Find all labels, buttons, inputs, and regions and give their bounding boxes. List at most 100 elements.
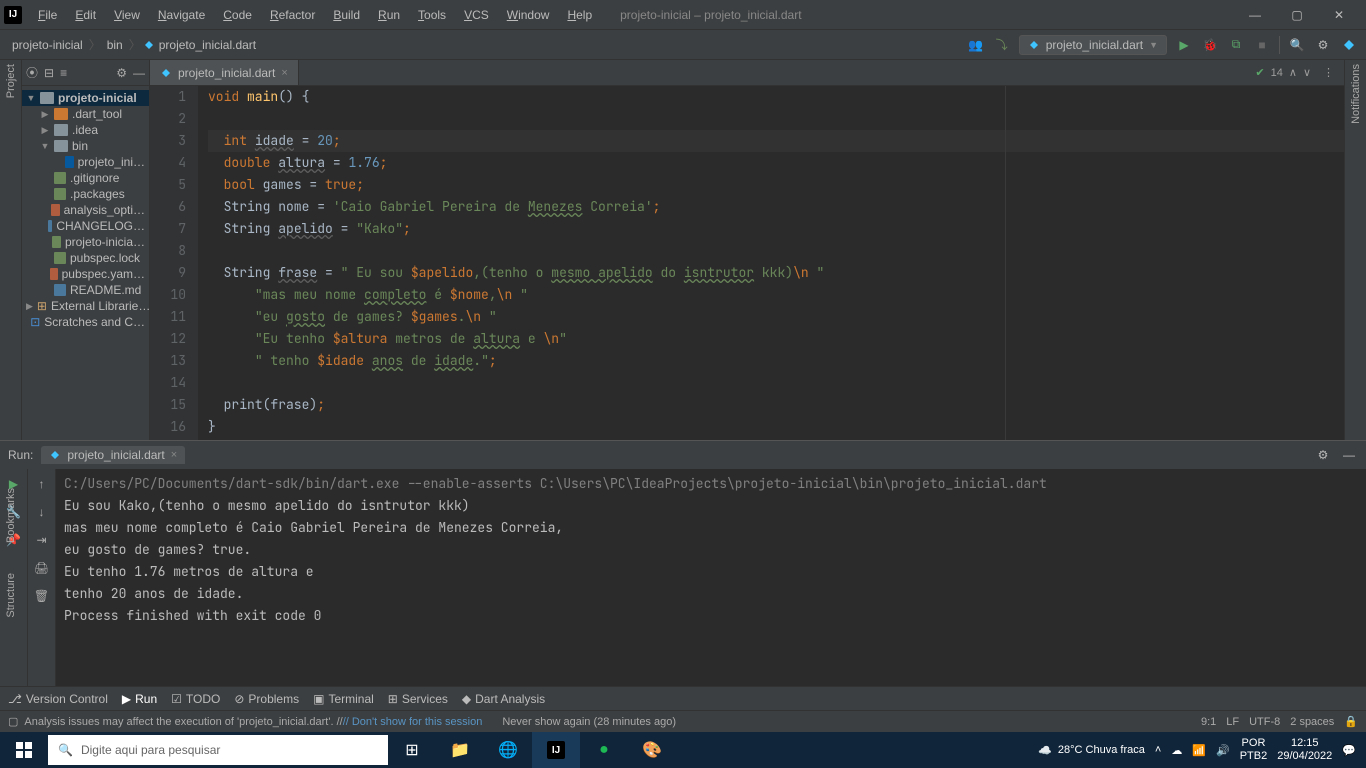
search-icon[interactable]: 🔍: [1288, 36, 1306, 54]
hide-icon[interactable]: —: [1340, 446, 1358, 464]
start-button[interactable]: [0, 732, 48, 768]
tool-services[interactable]: ⊞Services: [388, 692, 448, 706]
menu-build[interactable]: Build: [325, 4, 368, 26]
status-link[interactable]: Never show again (28 minutes ago): [502, 716, 676, 728]
status-link[interactable]: // Don't show for this session: [343, 716, 483, 728]
line-ending[interactable]: LF: [1226, 716, 1239, 728]
tree-item[interactable]: projeto_ini…: [22, 154, 149, 170]
tree-root[interactable]: ▼ projeto-inicial: [22, 90, 149, 106]
editor-tab[interactable]: projeto_inicial.dart ×: [150, 60, 299, 85]
wifi-icon[interactable]: 📶: [1192, 744, 1206, 757]
project-tool-button[interactable]: Project: [5, 64, 17, 98]
tool-dart-analysis[interactable]: ◆Dart Analysis: [462, 692, 545, 706]
lock-icon[interactable]: 🔒: [1344, 715, 1358, 728]
run-tab[interactable]: projeto_inicial.dart ×: [41, 446, 185, 464]
menu-navigate[interactable]: Navigate: [150, 4, 213, 26]
code-area[interactable]: 12345678910111213141516 void main() { in…: [150, 86, 1344, 440]
intellij-icon[interactable]: IJ: [532, 732, 580, 768]
add-user-icon[interactable]: 👥: [967, 36, 985, 54]
file-encoding[interactable]: UTF-8: [1249, 716, 1280, 728]
menu-view[interactable]: View: [106, 4, 148, 26]
hide-icon[interactable]: —: [133, 66, 145, 80]
tool-problems[interactable]: ⊘Problems: [234, 692, 299, 706]
expand-all-icon[interactable]: ≡: [60, 66, 67, 80]
gear-icon[interactable]: ⚙: [116, 66, 127, 80]
notifications-tool-button[interactable]: Notifications: [1350, 64, 1362, 124]
menu-code[interactable]: Code: [215, 4, 260, 26]
tool-run[interactable]: ▶Run: [122, 692, 157, 706]
debug-button[interactable]: 🐞: [1201, 36, 1219, 54]
breadcrumb[interactable]: projeto_inicial.dart: [155, 36, 260, 54]
language-indicator[interactable]: PORPTB2: [1240, 737, 1268, 763]
tree-item[interactable]: ▶.dart_tool: [22, 106, 149, 122]
weather-widget[interactable]: ☁️ 28°C Chuva fraca: [1038, 744, 1145, 757]
volume-icon[interactable]: 🔊: [1216, 744, 1230, 757]
indent-setting[interactable]: 2 spaces: [1290, 716, 1334, 728]
minimize-button[interactable]: —: [1240, 5, 1270, 25]
build-icon[interactable]: ⤵: [993, 36, 1011, 54]
close-button[interactable]: ✕: [1324, 5, 1354, 25]
menu-vcs[interactable]: VCS: [456, 4, 497, 26]
up-icon[interactable]: ↑: [33, 475, 51, 493]
tool-version-control[interactable]: ⎇Version Control: [8, 692, 108, 706]
task-view-icon[interactable]: ⊞: [388, 732, 436, 768]
chrome-icon[interactable]: 🌐: [484, 732, 532, 768]
gear-icon[interactable]: ⚙: [1314, 446, 1332, 464]
menu-file[interactable]: File: [30, 4, 65, 26]
tree-item[interactable]: .packages: [22, 186, 149, 202]
spotify-icon[interactable]: ●: [580, 732, 628, 768]
explorer-icon[interactable]: 📁: [436, 732, 484, 768]
next-highlight-icon[interactable]: ∨: [1303, 66, 1311, 79]
coverage-button[interactable]: ⧉: [1227, 36, 1245, 54]
console-output[interactable]: C:/Users/PC/Documents/dart-sdk/bin/dart.…: [56, 469, 1366, 686]
menu-edit[interactable]: Edit: [67, 4, 104, 26]
close-tab-icon[interactable]: ×: [281, 67, 287, 79]
stop-button[interactable]: ■: [1253, 36, 1271, 54]
tree-item[interactable]: .gitignore: [22, 170, 149, 186]
tree-item[interactable]: ▶.idea: [22, 122, 149, 138]
run-button[interactable]: ▶: [1175, 36, 1193, 54]
close-icon[interactable]: ×: [171, 449, 177, 461]
scratches[interactable]: ⊡ Scratches and C…: [22, 314, 149, 330]
menu-refactor[interactable]: Refactor: [262, 4, 323, 26]
breadcrumb[interactable]: bin: [103, 36, 127, 54]
clock[interactable]: 12:1529/04/2022: [1277, 737, 1332, 763]
print-icon[interactable]: 🖨: [33, 559, 51, 577]
run-config-selector[interactable]: projeto_inicial.dart ▼: [1019, 35, 1167, 55]
prev-highlight-icon[interactable]: ∧: [1289, 66, 1297, 79]
menu-help[interactable]: Help: [559, 4, 600, 26]
notifications-icon[interactable]: 💬: [1342, 744, 1356, 757]
tree-item[interactable]: pubspec.yam…: [22, 266, 149, 282]
devtools-icon[interactable]: [1340, 36, 1358, 54]
tray-chevron-icon[interactable]: ˄: [1155, 744, 1161, 756]
menu-window[interactable]: Window: [499, 4, 558, 26]
structure-tool-button[interactable]: Structure: [5, 573, 17, 618]
trash-icon[interactable]: 🗑: [33, 587, 51, 605]
tree-item[interactable]: README.md: [22, 282, 149, 298]
tree-item[interactable]: pubspec.lock: [22, 250, 149, 266]
tree-item[interactable]: CHANGELOG…: [22, 218, 149, 234]
select-opened-icon[interactable]: ⊟: [44, 66, 54, 80]
project-view-icon[interactable]: ⦿: [26, 64, 38, 81]
project-tree[interactable]: ▼ projeto-inicial ▶.dart_tool▶.idea▼binp…: [22, 86, 149, 440]
tool-terminal[interactable]: ▣Terminal: [313, 692, 374, 706]
breadcrumb[interactable]: projeto-inicial: [8, 36, 87, 54]
tree-item[interactable]: projeto-inicia…: [22, 234, 149, 250]
maximize-button[interactable]: ▢: [1282, 5, 1312, 25]
tool-todo[interactable]: ☑TODO: [171, 692, 220, 706]
bookmarks-tool-button[interactable]: Bookmarks: [5, 488, 17, 543]
menu-run[interactable]: Run: [370, 4, 408, 26]
status-icon[interactable]: ▢: [8, 715, 18, 728]
onedrive-icon[interactable]: ☁: [1171, 744, 1182, 757]
tree-item[interactable]: ▼bin: [22, 138, 149, 154]
code-content[interactable]: void main() { int idade = 20; double alt…: [198, 86, 1344, 440]
paint-icon[interactable]: 🎨: [628, 732, 676, 768]
menu-tools[interactable]: Tools: [410, 4, 454, 26]
more-icon[interactable]: ⋮: [1323, 66, 1334, 79]
wrap-icon[interactable]: ⇥: [33, 531, 51, 549]
caret-position[interactable]: 9:1: [1201, 716, 1216, 728]
tree-item[interactable]: analysis_opti…: [22, 202, 149, 218]
external-libraries[interactable]: ▶⊞ External Librarie…: [22, 298, 149, 314]
down-icon[interactable]: ↓: [33, 503, 51, 521]
taskbar-search[interactable]: 🔍 Digite aqui para pesquisar: [48, 735, 388, 765]
